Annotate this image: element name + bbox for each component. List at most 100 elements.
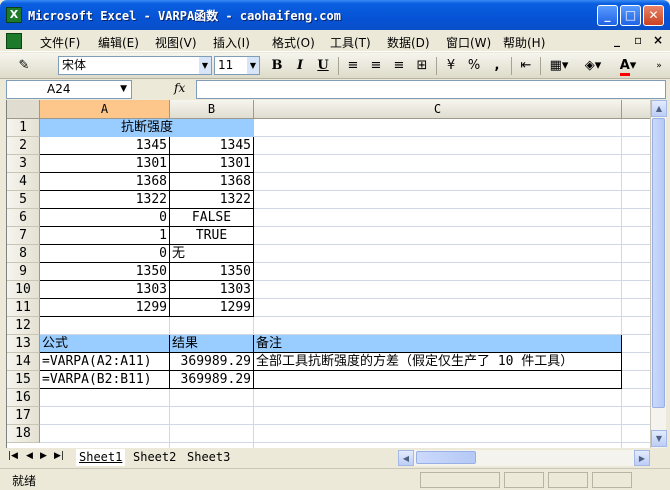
menu-tools[interactable]: 工具(T) [330,34,371,51]
cell-b15[interactable]: 369989.29 [170,371,254,389]
cell-a5[interactable]: 1322 [40,191,170,209]
row-header-2[interactable]: 2 [7,137,40,155]
cell-b9[interactable]: 1350 [170,263,254,281]
menu-edit[interactable]: 编辑(E) [98,34,139,51]
decrease-indent-icon[interactable]: ⇤ [517,56,535,76]
cell-a14[interactable]: =VARPA(A2:A11) [40,353,170,371]
align-left-icon[interactable]: ≡ [344,56,362,76]
menu-help[interactable]: 帮助(H) [503,34,545,51]
column-header-a[interactable]: A [40,100,170,119]
cell-a2[interactable]: 1345 [40,137,170,155]
title-bar[interactable]: X Microsoft Excel - VARPA函数 - caohaifeng… [0,0,670,30]
horizontal-scroll-thumb[interactable] [416,451,476,464]
chevron-down-icon[interactable]: ▼ [247,57,259,74]
cell-b7[interactable]: TRUE [170,227,254,245]
prev-sheet-icon[interactable]: ◀ [26,451,33,461]
scroll-left-icon[interactable]: ◀ [398,450,414,466]
close-button[interactable]: ✕ [643,5,664,26]
cell-c15[interactable] [254,371,622,389]
cell-a3[interactable]: 1301 [40,155,170,173]
toolbar-options-icon[interactable]: » [652,56,666,76]
row-header-13[interactable]: 13 [7,335,40,353]
first-sheet-icon[interactable]: |◀ [8,451,18,461]
row-header-3[interactable]: 3 [7,155,40,173]
next-sheet-icon[interactable]: ▶ [40,451,47,461]
row-header-17[interactable]: 17 [7,407,40,425]
chevron-down-icon[interactable]: ▼ [120,81,127,98]
vertical-scrollbar[interactable]: ▲ ▼ [650,100,667,448]
excel-app-icon[interactable]: X [6,7,22,23]
cell-a13[interactable]: 公式 [40,335,170,353]
borders-icon[interactable]: ▦▾ [546,56,572,76]
comma-button[interactable]: , [488,56,506,76]
align-center-icon[interactable]: ≡ [367,56,385,76]
sheet-tab-1[interactable]: Sheet1 [76,449,126,466]
horizontal-scrollbar[interactable]: ◀ ▶ [398,450,650,466]
font-size-select[interactable]: 11 ▼ [214,56,260,75]
menu-insert[interactable]: 插入(I) [213,34,250,51]
row-header-1[interactable]: 1 [7,119,40,137]
sheet-tab-3[interactable]: Sheet3 [184,449,233,466]
scroll-down-icon[interactable]: ▼ [651,430,667,447]
italic-button[interactable]: I [291,56,309,76]
row-header-16[interactable]: 16 [7,389,40,407]
chevron-down-icon[interactable]: ▼ [199,57,211,74]
format-painter-icon[interactable]: ✎ [14,56,34,76]
row-header-9[interactable]: 9 [7,263,40,281]
cell-b6[interactable]: FALSE [170,209,254,227]
menu-file[interactable]: 文件(F) [40,34,80,51]
cell-b8[interactable]: 无 [170,245,254,263]
column-header-b[interactable]: B [170,100,254,119]
cell-b5[interactable]: 1322 [170,191,254,209]
row-header-15[interactable]: 15 [7,371,40,389]
percent-button[interactable]: % [465,56,483,76]
cell-b3[interactable]: 1301 [170,155,254,173]
cell-b10[interactable]: 1303 [170,281,254,299]
row-header-10[interactable]: 10 [7,281,40,299]
cell-a4[interactable]: 1368 [40,173,170,191]
cell-a11[interactable]: 1299 [40,299,170,317]
menu-window[interactable]: 窗口(W) [446,34,491,51]
cell-a9[interactable]: 1350 [40,263,170,281]
menu-data[interactable]: 数据(D) [387,34,430,51]
align-right-icon[interactable]: ≡ [390,56,408,76]
maximize-button[interactable]: □ [620,5,641,26]
cell-c14[interactable]: 全部工具抗断强度的方差（假定仅生产了 10 件工具） [254,353,622,371]
cell-b13[interactable]: 结果 [170,335,254,353]
vertical-scroll-thumb[interactable] [652,118,665,408]
cell-a7[interactable]: 1 [40,227,170,245]
row-header-6[interactable]: 6 [7,209,40,227]
font-color-button[interactable]: A▾ [614,56,642,76]
doc-close-button[interactable]: × [653,33,663,47]
cell-a1[interactable]: 抗断强度 [40,119,254,137]
cell-b11[interactable]: 1299 [170,299,254,317]
cell-c13[interactable]: 备注 [254,335,622,353]
doc-restore-button[interactable]: ▫ [634,33,642,47]
doc-minimize-button[interactable]: _ [614,33,620,47]
row-header-11[interactable]: 11 [7,299,40,317]
minimize-button[interactable]: _ [597,5,618,26]
row-header-5[interactable]: 5 [7,191,40,209]
currency-icon[interactable]: ¥ [442,56,460,76]
workbook-icon[interactable] [6,33,22,49]
row-header-18[interactable]: 18 [7,425,40,443]
menu-format[interactable]: 格式(O) [272,34,315,51]
sheet-tab-2[interactable]: Sheet2 [130,449,179,466]
column-header-c[interactable]: C [254,100,622,119]
cell-b4[interactable]: 1368 [170,173,254,191]
bold-button[interactable]: B [268,56,286,76]
row-header-4[interactable]: 4 [7,173,40,191]
worksheet-grid[interactable]: A B C 1 2 3 4 5 6 7 8 9 10 11 12 13 14 15 16 17 18 抗断强度 1… [6,100,650,448]
cell-a6[interactable]: 0 [40,209,170,227]
row-header-14[interactable]: 14 [7,353,40,371]
formula-input[interactable] [196,80,666,99]
fill-color-icon[interactable]: ◈▾ [580,56,606,76]
scroll-right-icon[interactable]: ▶ [634,450,650,466]
cell-a10[interactable]: 1303 [40,281,170,299]
underline-button[interactable]: U [314,56,332,76]
row-header-12[interactable]: 12 [7,317,40,335]
scroll-up-icon[interactable]: ▲ [651,100,667,117]
row-header-7[interactable]: 7 [7,227,40,245]
row-header-8[interactable]: 8 [7,245,40,263]
cell-b14[interactable]: 369989.29 [170,353,254,371]
